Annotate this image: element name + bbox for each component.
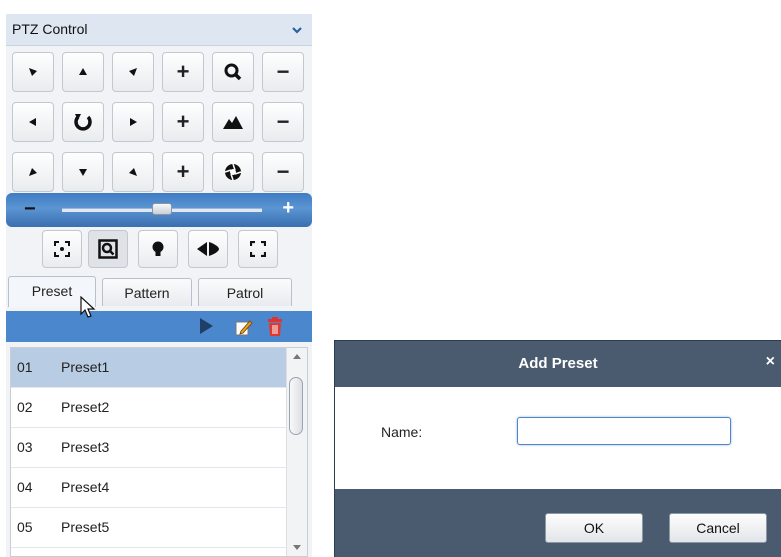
plus-icon: + [176, 59, 190, 84]
arrow-right-icon [130, 118, 137, 126]
cancel-button[interactable]: Cancel [669, 513, 767, 543]
preset-toolbar [6, 311, 312, 342]
list-item[interactable]: 03 Preset3 [11, 428, 287, 468]
chevron-down-icon[interactable] [290, 23, 304, 37]
region-zoom-button[interactable] [88, 230, 128, 268]
ok-button[interactable]: OK [545, 513, 643, 543]
tilt-up-button[interactable] [62, 52, 104, 92]
preset-number: 05 [17, 519, 33, 535]
plus-icon: + [176, 109, 190, 134]
minus-icon: − [276, 159, 290, 184]
arrow-down-icon [79, 169, 87, 176]
speed-increase-button[interactable]: + [282, 197, 294, 220]
scrollbar-thumb[interactable] [289, 377, 303, 435]
preset-number: 02 [17, 399, 33, 415]
pan-left-button[interactable] [12, 102, 54, 142]
preset-name: Preset2 [61, 399, 110, 415]
ptz-control-panel: PTZ Control + − + − + − − + Preset Patte… [6, 14, 312, 557]
light-icon [152, 241, 164, 256]
speed-slider-bar: − + [6, 193, 312, 227]
minus-icon: − [276, 109, 290, 134]
iris-icon [224, 163, 242, 181]
dialog-title-bar: Add Preset × [335, 341, 781, 387]
list-item[interactable]: 02 Preset2 [11, 388, 287, 428]
arrow-down-right-icon [129, 168, 137, 176]
focus-icon [223, 116, 243, 129]
tilt-down-button[interactable] [62, 152, 104, 192]
iris-close-button[interactable]: − [262, 152, 304, 192]
arrow-up-icon [79, 68, 87, 75]
tab-patrol[interactable]: Patrol [198, 278, 292, 306]
preset-number: 04 [17, 479, 33, 495]
pan-up-left-button[interactable] [12, 52, 54, 92]
zoom-icon [224, 63, 242, 81]
scroll-down-icon[interactable] [293, 545, 301, 550]
zoom-label-button [212, 52, 254, 92]
preset-number: 01 [17, 359, 33, 375]
edit-icon[interactable] [235, 318, 253, 336]
ptz-title: PTZ Control [12, 21, 88, 37]
tab-pattern[interactable]: Pattern [102, 278, 192, 306]
arrow-down-left-icon [29, 168, 37, 176]
preset-name-input[interactable] [517, 417, 731, 445]
auto-scan-button[interactable] [62, 102, 104, 142]
wiper-icon [197, 242, 219, 256]
iris-open-button[interactable]: + [162, 152, 204, 192]
minus-icon: − [276, 59, 290, 84]
preset-number: 03 [17, 439, 33, 455]
region-zoom-icon [98, 239, 118, 259]
arrow-up-left-icon [29, 68, 37, 76]
plus-icon: + [176, 159, 190, 184]
arrow-up-right-icon [129, 68, 137, 76]
zoom-in-button[interactable]: + [162, 52, 204, 92]
arrow-left-icon [29, 118, 36, 126]
focus-label-button [212, 102, 254, 142]
preset-name: Preset3 [61, 439, 110, 455]
scroll-up-icon[interactable] [293, 354, 301, 359]
list-scrollbar[interactable] [286, 348, 307, 556]
zoom-out-button[interactable]: − [262, 52, 304, 92]
auto-scan-icon [74, 114, 92, 131]
lens-init-button[interactable] [238, 230, 278, 268]
3d-position-icon [54, 241, 70, 257]
delete-icon[interactable] [266, 317, 284, 337]
ptz-tabs: Preset Pattern Patrol [6, 276, 312, 307]
wiper-button[interactable] [188, 230, 228, 268]
focus-far-button[interactable]: − [262, 102, 304, 142]
focus-near-button[interactable]: + [162, 102, 204, 142]
list-item[interactable]: 04 Preset4 [11, 468, 287, 508]
dialog-body: Name: [335, 387, 781, 489]
play-icon[interactable] [198, 317, 214, 335]
name-label: Name: [381, 424, 423, 440]
iris-label-button [212, 152, 254, 192]
pan-right-button[interactable] [112, 102, 154, 142]
close-icon[interactable]: × [766, 353, 775, 371]
lens-init-icon [250, 241, 266, 257]
light-button[interactable] [138, 230, 178, 268]
preset-name: Preset1 [61, 359, 110, 375]
pan-down-left-button[interactable] [12, 152, 54, 192]
speed-decrease-button[interactable]: − [24, 198, 36, 221]
pan-down-right-button[interactable] [112, 152, 154, 192]
preset-name: Preset5 [61, 519, 110, 535]
preset-name: Preset4 [61, 479, 110, 495]
preset-list: 01 Preset1 02 Preset2 03 Preset3 04 Pres… [10, 347, 308, 557]
speed-slider-thumb[interactable] [152, 203, 172, 215]
dialog-title: Add Preset [518, 355, 598, 372]
dialog-footer: OK Cancel [335, 489, 781, 557]
add-preset-dialog: Add Preset × Name: OK Cancel [335, 341, 781, 557]
list-item[interactable]: 01 Preset1 [11, 348, 287, 388]
list-item[interactable]: 05 Preset5 [11, 508, 287, 548]
3d-positioning-button[interactable] [42, 230, 82, 268]
ptz-header[interactable]: PTZ Control [6, 14, 312, 46]
pan-up-right-button[interactable] [112, 52, 154, 92]
mouse-cursor-icon [80, 296, 96, 318]
